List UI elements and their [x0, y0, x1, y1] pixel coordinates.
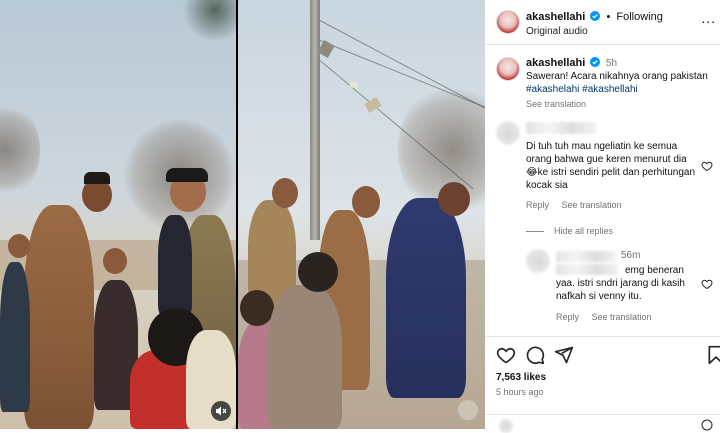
- hide-replies-toggle[interactable]: Hide all replies: [526, 226, 613, 236]
- replier-username-blurred: [556, 251, 616, 262]
- heart-icon[interactable]: [701, 278, 713, 290]
- see-translation-link[interactable]: See translation: [526, 98, 716, 111]
- reply-button[interactable]: Reply: [556, 312, 579, 322]
- comment-meta: Reply See translation: [526, 200, 632, 210]
- heart-icon[interactable]: [701, 160, 713, 172]
- post-sidebar: akashellahi • Following Original audio .…: [485, 0, 720, 433]
- caption-avatar[interactable]: [496, 57, 520, 81]
- actions-divider: [485, 336, 720, 337]
- verified-badge-icon: [590, 57, 601, 67]
- replier-avatar[interactable]: [526, 249, 550, 273]
- see-translation-link[interactable]: See translation: [562, 200, 622, 210]
- instagram-post: akashellahi • Following Original audio .…: [0, 0, 720, 433]
- caption-time: 5h: [605, 58, 618, 69]
- speaker-muted-icon: [216, 406, 227, 416]
- video-control[interactable]: [458, 400, 478, 420]
- heart-icon[interactable]: [496, 345, 516, 365]
- reply-button[interactable]: Reply: [526, 200, 549, 210]
- comment-text: Di tuh tuh mau ngeliatin ke semua orang …: [526, 141, 695, 191]
- video-frame-left: [0, 0, 236, 429]
- hide-replies-label: Hide all replies: [554, 226, 614, 236]
- add-comment-bar[interactable]: [485, 414, 720, 433]
- video-player[interactable]: [0, 0, 485, 429]
- author-username[interactable]: akashellahi: [526, 11, 585, 23]
- commenter-avatar[interactable]: [496, 121, 520, 145]
- reply-text: emg beneran: [625, 265, 684, 276]
- audio-label[interactable]: Original audio: [526, 26, 588, 37]
- reply-meta: Reply See translation: [556, 312, 662, 322]
- emoji-icon[interactable]: [701, 419, 713, 431]
- current-user-avatar: [499, 419, 513, 433]
- author-avatar[interactable]: [496, 10, 520, 34]
- follow-status[interactable]: Following: [616, 11, 662, 23]
- caption-text: Saweran! Acara nikahnya orang pakistan: [526, 71, 708, 82]
- mention-blurred: [556, 264, 618, 275]
- comment-icon[interactable]: [525, 345, 545, 365]
- more-options-icon[interactable]: ...: [701, 10, 716, 26]
- separator-dot: •: [606, 11, 611, 23]
- see-translation-link[interactable]: See translation: [592, 312, 652, 322]
- post-header: akashellahi • Following Original audio .…: [485, 0, 720, 44]
- post-caption: akashellahi 5h Saweran! Acara nikahnya o…: [526, 57, 716, 111]
- thread-line: [526, 231, 544, 233]
- hashtag-link[interactable]: #akashelahi: [526, 84, 579, 95]
- caption-username[interactable]: akashellahi: [526, 57, 585, 69]
- hashtag-link[interactable]: #akashellahi: [582, 84, 638, 95]
- verified-badge-icon: [590, 11, 601, 21]
- post-time: 5 hours ago: [496, 387, 544, 397]
- video-frame-right: [238, 0, 485, 429]
- share-icon[interactable]: [554, 345, 574, 365]
- like-count[interactable]: 7,563 likes: [496, 372, 546, 383]
- commenter-username-blurred: [526, 122, 596, 134]
- mute-button[interactable]: [211, 401, 231, 421]
- action-bar: [496, 345, 720, 367]
- reply-text: yaa. istri sndri jarang di kasih nafkah …: [556, 278, 685, 302]
- bookmark-icon[interactable]: [706, 345, 720, 365]
- reply-time: 56m: [621, 250, 641, 261]
- header-divider: [485, 44, 720, 45]
